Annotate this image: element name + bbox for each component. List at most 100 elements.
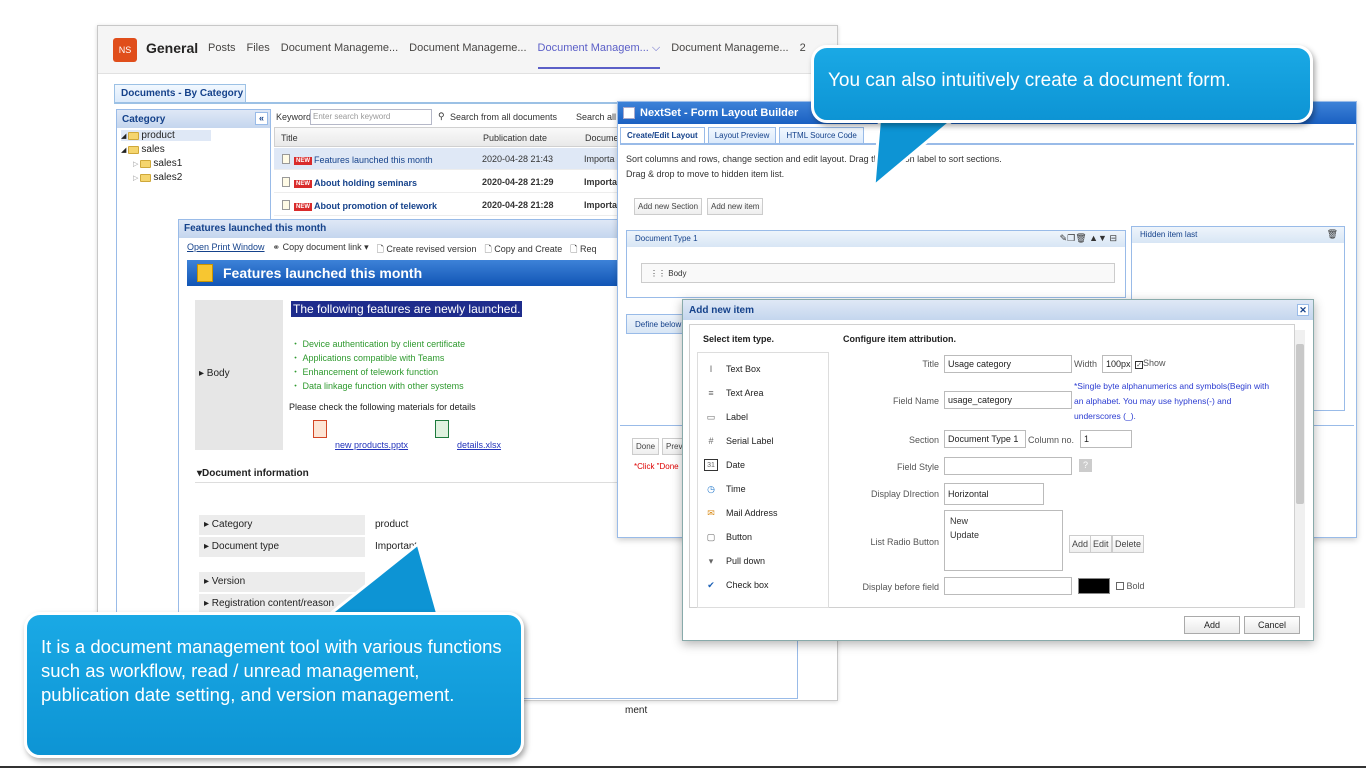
help-icon[interactable]: ? [1079, 459, 1092, 472]
done-button[interactable]: Done [632, 438, 660, 455]
type-mail-address[interactable]: ✉ Mail Address [704, 501, 777, 525]
new-badge: NEW [294, 180, 312, 188]
tab-divider [620, 143, 1354, 145]
add-new-item-button[interactable]: Add new item [707, 198, 764, 215]
row-type: Importa [584, 177, 618, 187]
edit-icon [623, 107, 635, 119]
file-link-xlsx[interactable]: details.xlsx [457, 440, 501, 450]
display-direction-label: Display DIrection [870, 489, 939, 499]
section-header[interactable]: Document Type 1 ✎❐🗑 ▲▼ ⊟ [627, 231, 1125, 247]
row-title[interactable]: About promotion of telework [314, 201, 437, 211]
add-button[interactable]: Add [1184, 616, 1240, 634]
open-print-window-link[interactable]: Open Print Window [187, 242, 265, 258]
title-input[interactable]: Usage category [944, 355, 1072, 373]
tab-doc-mgmt-1[interactable]: Document Manageme... [281, 42, 398, 69]
tab-doc-mgmt-active[interactable]: Document Managem... ⌵ [537, 42, 661, 69]
type-time[interactable]: ◷ Time [704, 477, 746, 501]
search-all-documents-link[interactable]: Search from all documents [450, 112, 557, 122]
trash-icon[interactable]: 🗑 [1327, 229, 1338, 240]
width-input[interactable]: 100px [1102, 355, 1132, 373]
document-info-heading[interactable]: ▾Document information [197, 468, 309, 479]
type-text-area[interactable]: ≡ Text Area [704, 381, 763, 405]
radio-options-list[interactable]: New Update [944, 510, 1063, 571]
body-field-item[interactable]: ⋮⋮ Body [641, 263, 1115, 283]
column-no-stepper[interactable]: 1 [1080, 430, 1132, 448]
cancel-button[interactable]: Cancel [1244, 616, 1300, 634]
search-icon[interactable]: ⚲ [438, 111, 445, 122]
field-style-input[interactable] [944, 457, 1072, 475]
section-label: Section [908, 435, 939, 445]
option-item[interactable]: Update [950, 530, 1057, 540]
hidden-list-header: Hidden item last 🗑 [1132, 227, 1344, 243]
display-direction-select[interactable]: Horizontal [944, 483, 1044, 505]
channel-tabs: Posts Files Document Manageme... Documen… [208, 42, 806, 69]
button-icon: ▢ [706, 532, 716, 542]
delete-option-button[interactable]: Delete [1112, 535, 1145, 553]
type-serial-label[interactable]: # Serial Label [704, 429, 773, 453]
tree-item-sales1[interactable]: ▷ sales1 [133, 158, 182, 169]
field-name-note: *Single byte alphanumerics and symbols(B… [1074, 381, 1270, 421]
section-select[interactable]: Document Type 1 [944, 430, 1026, 448]
tab-doc-mgmt-2[interactable]: Document Manageme... [409, 42, 526, 69]
folder-icon [140, 173, 152, 182]
tab-files[interactable]: Files [247, 42, 270, 69]
tab-create-edit-layout[interactable]: Create/Edit Layout [620, 127, 705, 144]
width-label: Width [1074, 359, 1098, 369]
col-publication-date[interactable]: Publication date [483, 133, 547, 143]
col-document-type[interactable]: Docume [585, 133, 619, 143]
teams-header: NS General Posts Files Document Manageme… [98, 26, 837, 74]
document-banner: Features launched this month [187, 260, 617, 286]
tab-documents-by-category[interactable]: Documents - By Category [114, 84, 246, 102]
keyword-input[interactable]: Enter search keyword [310, 109, 432, 125]
copy-document-link-button[interactable]: ⚭ Copy document link ▾ [273, 242, 369, 258]
type-button[interactable]: ▢ Button [704, 525, 752, 549]
row-title[interactable]: Features launched this month [314, 155, 433, 165]
add-new-item-dialog: Add new item ✕ Select item type. Configu… [682, 299, 1314, 641]
display-before-input[interactable] [944, 577, 1072, 595]
tab-layout-preview[interactable]: Layout Preview [707, 127, 777, 144]
tab-posts[interactable]: Posts [208, 42, 236, 69]
color-swatch[interactable] [1078, 578, 1110, 594]
callout-form-creation: You can also intuitively create a docume… [811, 45, 1313, 123]
collapse-icon[interactable]: « [255, 112, 268, 125]
tab-html-source[interactable]: HTML Source Code [779, 127, 864, 144]
file-link-pptx[interactable]: new products.pptx [335, 440, 408, 450]
folder-icon [128, 145, 140, 154]
add-new-section-button[interactable]: Add new Section [634, 198, 703, 215]
row-title[interactable]: About holding seminars [314, 178, 417, 188]
show-checkbox[interactable]: ✓Show [1135, 358, 1166, 369]
type-pull-down[interactable]: ▾ Pull down [704, 549, 765, 573]
field-name-input[interactable]: usage_category [944, 391, 1072, 409]
create-revised-version-button[interactable]: 🗋 Create revised version [377, 242, 477, 258]
row-type: Importa [584, 200, 618, 210]
bold-checkbox[interactable]: Bold [1116, 581, 1145, 591]
copy-and-create-button[interactable]: 🗋 Copy and Create [484, 242, 562, 258]
calendar-icon: 31 [704, 459, 718, 471]
tab-more-count[interactable]: 2 [800, 42, 806, 69]
detail-toolbar: Open Print Window ⚭ Copy document link ▾… [187, 242, 597, 258]
add-option-button[interactable]: Add [1069, 535, 1092, 553]
type-check-box[interactable]: ✔ Check box [704, 573, 768, 597]
link-icon: ⚭ [272, 242, 283, 252]
edit-option-button[interactable]: Edit [1090, 535, 1112, 553]
option-item[interactable]: New [950, 516, 1057, 526]
section-tools-icons[interactable]: ✎❐🗑 ▲▼ ⊟ [1060, 233, 1117, 244]
request-button[interactable]: 🗋 Req [570, 242, 596, 258]
tree-item-product[interactable]: ◢ product [121, 130, 211, 141]
close-icon[interactable]: ✕ [1297, 304, 1309, 316]
dialog-scrollbar[interactable] [1295, 330, 1305, 608]
display-before-label: Display before field [862, 582, 939, 592]
tree-item-sales[interactable]: ◢ sales [121, 144, 165, 155]
category-title: Category [122, 114, 166, 125]
search-all-link[interactable]: Search all [576, 112, 616, 122]
tree-item-sales2[interactable]: ▷ sales2 [133, 172, 182, 183]
type-text-box[interactable]: I Text Box [704, 357, 761, 381]
type-label[interactable]: ▭ Label [704, 405, 748, 429]
tab-doc-mgmt-4[interactable]: Document Manageme... [671, 42, 788, 69]
col-title[interactable]: Title [281, 133, 298, 143]
team-avatar[interactable]: NS [113, 38, 137, 62]
clock-icon: ◷ [707, 484, 715, 494]
type-date[interactable]: 31 Date [704, 453, 745, 477]
feature-item: ・ Applications compatible with Teams [291, 353, 445, 363]
scroll-thumb[interactable] [1296, 344, 1304, 504]
